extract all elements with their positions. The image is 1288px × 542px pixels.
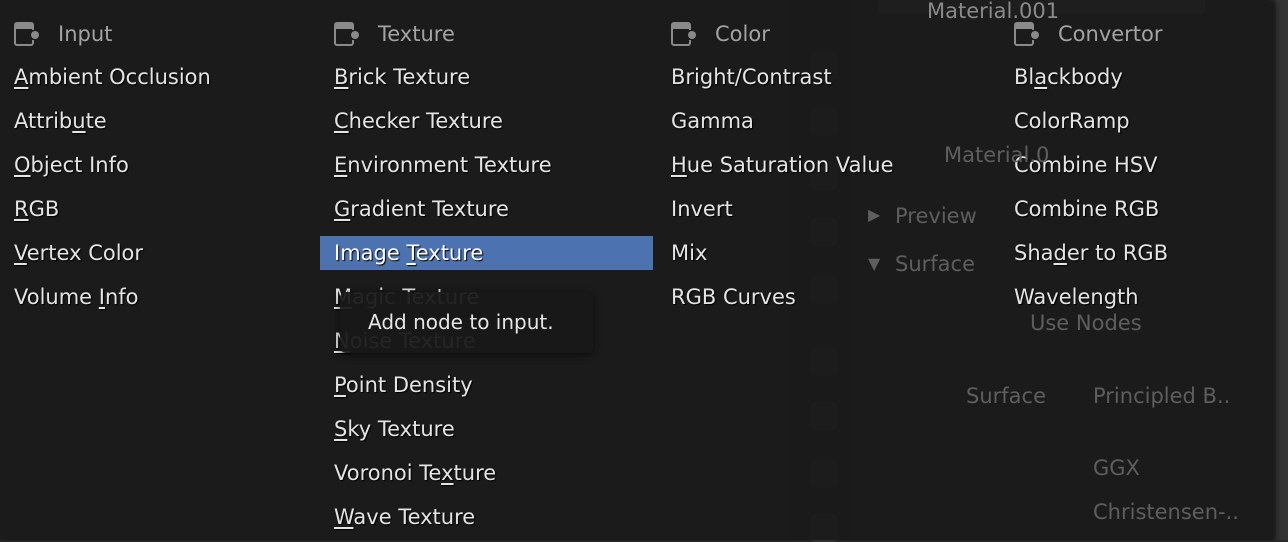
menu-item-checker-texture[interactable]: Checker Texture	[320, 104, 653, 138]
menu-item-wave-texture[interactable]: Wave Texture	[320, 500, 653, 534]
menu-item-blackbody[interactable]: Blackbody	[1000, 60, 1274, 94]
menu-item-bright-contrast[interactable]: Bright/Contrast	[657, 60, 1000, 94]
menu-item-rgb[interactable]: RGB	[0, 192, 320, 226]
menu-item-environment-texture[interactable]: Environment Texture	[320, 148, 653, 182]
node-socket-icon	[1014, 22, 1039, 46]
menu-item-hue-saturation-value[interactable]: Hue Saturation Value	[657, 148, 1000, 182]
column-header-label: Texture	[378, 22, 455, 46]
menu-items: Bright/Contrast Gamma Hue Saturation Value…	[657, 60, 1000, 314]
menu-item-volume-info[interactable]: Volume Info	[0, 280, 320, 314]
menu-item-point-density[interactable]: Point Density	[320, 368, 653, 402]
menu-item-invert[interactable]: Invert	[657, 192, 1000, 226]
menu-column-input: Input Ambient Occlusion Attribute Object In…	[0, 0, 320, 540]
menu-items: Ambient Occlusion Attribute Object Info RGB…	[0, 60, 320, 314]
menu-item-gradient-texture[interactable]: Gradient Texture	[320, 192, 653, 226]
menu-item-image-texture[interactable]: Image Texture	[320, 236, 653, 270]
menu-item-ambient-occlusion[interactable]: Ambient Occlusion	[0, 60, 320, 94]
menu-item-object-info[interactable]: Object Info	[0, 148, 320, 182]
node-socket-icon	[334, 22, 359, 46]
menu-column-color: Color Bright/Contrast Gamma Hue Saturation …	[657, 0, 1000, 540]
add-node-menu: Input Ambient Occlusion Attribute Object In…	[0, 0, 1274, 540]
node-socket-icon	[671, 22, 696, 46]
menu-item-brick-texture[interactable]: Brick Texture	[320, 60, 653, 94]
menu-item-colorramp[interactable]: ColorRamp	[1000, 104, 1274, 138]
menu-item-vertex-color[interactable]: Vertex Color	[0, 236, 320, 270]
menu-item-mix[interactable]: Mix	[657, 236, 1000, 270]
menu-item-gamma[interactable]: Gamma	[657, 104, 1000, 138]
menu-item-attribute[interactable]: Attribute	[0, 104, 320, 138]
menu-items: Blackbody ColorRamp Combine HSV Combine RGB…	[1000, 60, 1274, 314]
menu-item-wavelength[interactable]: Wavelength	[1000, 280, 1274, 314]
scrollbar[interactable]	[1276, 0, 1288, 540]
column-header: Texture	[333, 18, 455, 50]
node-socket-icon	[14, 22, 39, 46]
menu-item-sky-texture[interactable]: Sky Texture	[320, 412, 653, 446]
column-header-label: Input	[58, 22, 113, 46]
menu-column-convertor: Convertor Blackbody ColorRamp Combine HSV Co…	[1000, 0, 1274, 540]
column-header-label: Color	[715, 22, 770, 46]
column-header: Convertor	[1013, 18, 1163, 50]
menu-item-voronoi-texture[interactable]: Voronoi Texture	[320, 456, 653, 490]
menu-item-combine-hsv[interactable]: Combine HSV	[1000, 148, 1274, 182]
menu-item-shader-to-rgb[interactable]: Shader to RGB	[1000, 236, 1274, 270]
column-header: Color	[670, 18, 770, 50]
menu-column-texture: Texture Brick Texture Checker Texture Envir…	[320, 0, 653, 540]
menu-item-combine-rgb[interactable]: Combine RGB	[1000, 192, 1274, 226]
column-header-label: Convertor	[1058, 22, 1163, 46]
menu-item-rgb-curves[interactable]: RGB Curves	[657, 280, 1000, 314]
tooltip: Add node to input.	[340, 292, 593, 353]
column-header: Input	[13, 18, 112, 50]
